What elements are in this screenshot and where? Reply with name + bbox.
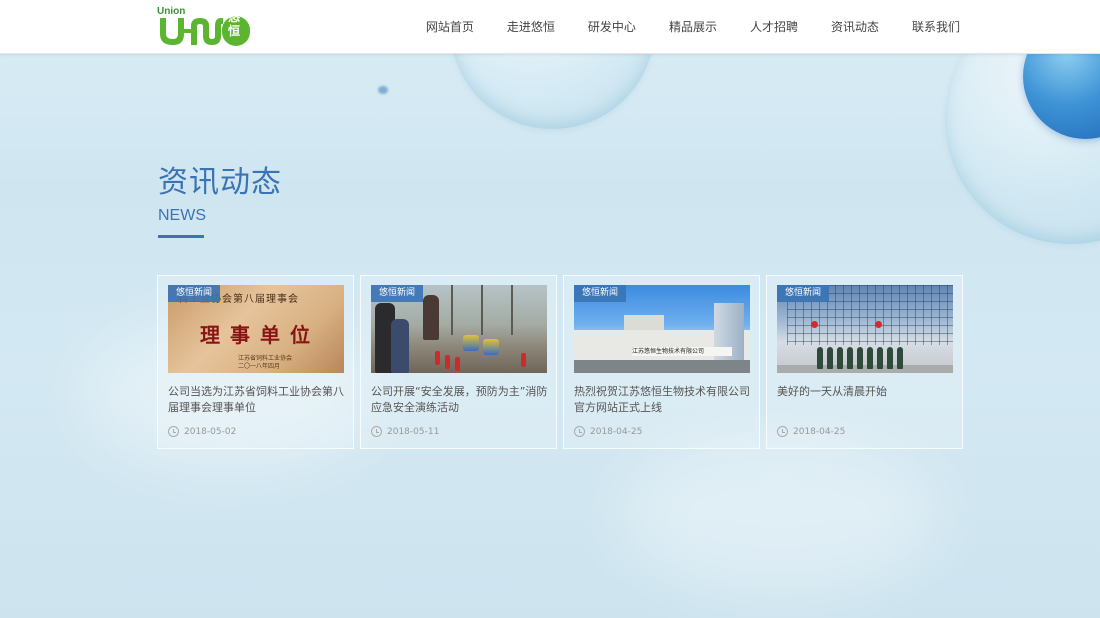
- news-thumbnail[interactable]: 悠恒新闻: [777, 285, 953, 373]
- photo-detail: [847, 347, 853, 369]
- nav-item-news[interactable]: 资讯动态: [831, 0, 879, 54]
- photo-detail: [817, 347, 823, 369]
- news-date: 2018-04-25: [777, 426, 845, 437]
- news-date-text: 2018-04-25: [793, 426, 846, 437]
- photo-detail: [521, 353, 526, 367]
- news-title[interactable]: 美好的一天从清晨开始: [777, 384, 955, 400]
- photo-detail: [483, 339, 499, 355]
- photo-detail: [481, 285, 483, 335]
- bubble-decoration: [450, 54, 655, 129]
- photo-detail: [511, 285, 513, 335]
- certificate-date-line: 二〇一八年四月: [238, 363, 281, 370]
- photo-detail: [435, 351, 440, 365]
- section-heading: 资讯动态 NEWS: [158, 165, 282, 238]
- news-category-tag: 悠恒新闻: [777, 285, 830, 302]
- clock-icon: [371, 426, 382, 437]
- news-date-text: 2018-05-02: [184, 426, 237, 437]
- news-thumbnail[interactable]: 悠恒新闻 料工业协会第八届理事会 理事单位 江苏省饲料工业协会 二〇一八年四月: [168, 285, 344, 373]
- section-subtitle: NEWS: [158, 207, 206, 224]
- clock-icon: [574, 426, 585, 437]
- news-card[interactable]: 悠恒新闻 公司开展“安全发展，预防为主”消防应急安全演练活动 2018-05-1…: [360, 275, 557, 449]
- news-category-tag: 悠恒新闻: [168, 285, 221, 302]
- photo-detail: [857, 347, 863, 369]
- nav-item-about[interactable]: 走进悠恒: [507, 0, 555, 54]
- nav-item-careers[interactable]: 人才招聘: [750, 0, 798, 54]
- news-title[interactable]: 公司开展“安全发展，预防为主”消防应急安全演练活动: [371, 384, 549, 416]
- building-sign-text: 江苏悠恒生物技术有限公司: [632, 347, 732, 356]
- photo-detail: [837, 347, 843, 369]
- news-date: 2018-05-02: [168, 426, 236, 437]
- news-card[interactable]: 悠恒新闻 料工业协会第八届理事会 理事单位 江苏省饲料工业协会 二〇一八年四月 …: [157, 275, 354, 449]
- photo-detail: [423, 295, 439, 340]
- photo-detail: [875, 321, 882, 328]
- certificate-issuer-line: 江苏省饲料工业协会: [238, 355, 293, 362]
- news-list: 悠恒新闻 料工业协会第八届理事会 理事单位 江苏省饲料工业协会 二〇一八年四月 …: [157, 275, 963, 449]
- news-title[interactable]: 热烈祝贺江苏悠恒生物技术有限公司官方网站正式上线: [574, 384, 752, 416]
- nav-item-products[interactable]: 精品展示: [669, 0, 717, 54]
- clock-icon: [777, 426, 788, 437]
- main-nav: 网站首页 走进悠恒 研发中心 精品展示 人才招聘 资讯动态 联系我们: [393, 0, 960, 54]
- dot-decoration: [378, 86, 388, 94]
- photo-detail: [455, 357, 460, 371]
- news-date: 2018-05-11: [371, 426, 439, 437]
- photo-detail: [811, 321, 818, 328]
- news-thumbnail[interactable]: 悠恒新闻 江苏悠恒生物技术有限公司: [574, 285, 750, 373]
- certificate-issuer: 江苏省饲料工业协会 二〇一八年四月: [238, 355, 292, 371]
- nav-item-rnd[interactable]: 研发中心: [588, 0, 636, 54]
- nav-item-home[interactable]: 网站首页: [426, 0, 474, 54]
- site-logo[interactable]: Union 悠恒: [157, 6, 252, 46]
- photo-detail: [451, 285, 453, 335]
- news-card[interactable]: 悠恒新闻 江苏悠恒生物技术有限公司 热烈祝贺江苏悠恒生物技术有限公司官方网站正式…: [563, 275, 760, 449]
- news-category-tag: 悠恒新闻: [574, 285, 627, 302]
- photo-detail: [887, 347, 893, 369]
- nav-item-contact[interactable]: 联系我们: [912, 0, 960, 54]
- photo-detail: [867, 347, 873, 369]
- news-date: 2018-04-25: [574, 426, 642, 437]
- news-date-text: 2018-05-11: [387, 426, 440, 437]
- certificate-title-text: 理事单位: [200, 323, 320, 347]
- photo-detail: [463, 335, 479, 351]
- photo-detail: [391, 319, 409, 373]
- photo-detail: [777, 365, 953, 373]
- news-thumbnail[interactable]: 悠恒新闻: [371, 285, 547, 373]
- news-category-tag: 悠恒新闻: [371, 285, 424, 302]
- photo-detail: [897, 347, 903, 369]
- title-underline: [158, 235, 204, 238]
- logo-chinese-text: 悠恒: [227, 10, 240, 38]
- photo-detail: [574, 360, 750, 373]
- news-card[interactable]: 悠恒新闻 美好的一天从清晨开始 2018-04-25: [766, 275, 963, 449]
- news-date-text: 2018-04-25: [590, 426, 643, 437]
- photo-detail: [445, 355, 450, 369]
- site-header: Union 悠恒 网站首页 走进悠恒 研发中心 精品展示 人才招聘 资讯动态 联…: [0, 0, 1100, 54]
- clock-icon: [168, 426, 179, 437]
- news-title[interactable]: 公司当选为江苏省饲料工业协会第八届理事会理事单位: [168, 384, 346, 416]
- photo-detail: [877, 347, 883, 369]
- photo-detail: [827, 347, 833, 369]
- section-title: 资讯动态: [158, 165, 282, 200]
